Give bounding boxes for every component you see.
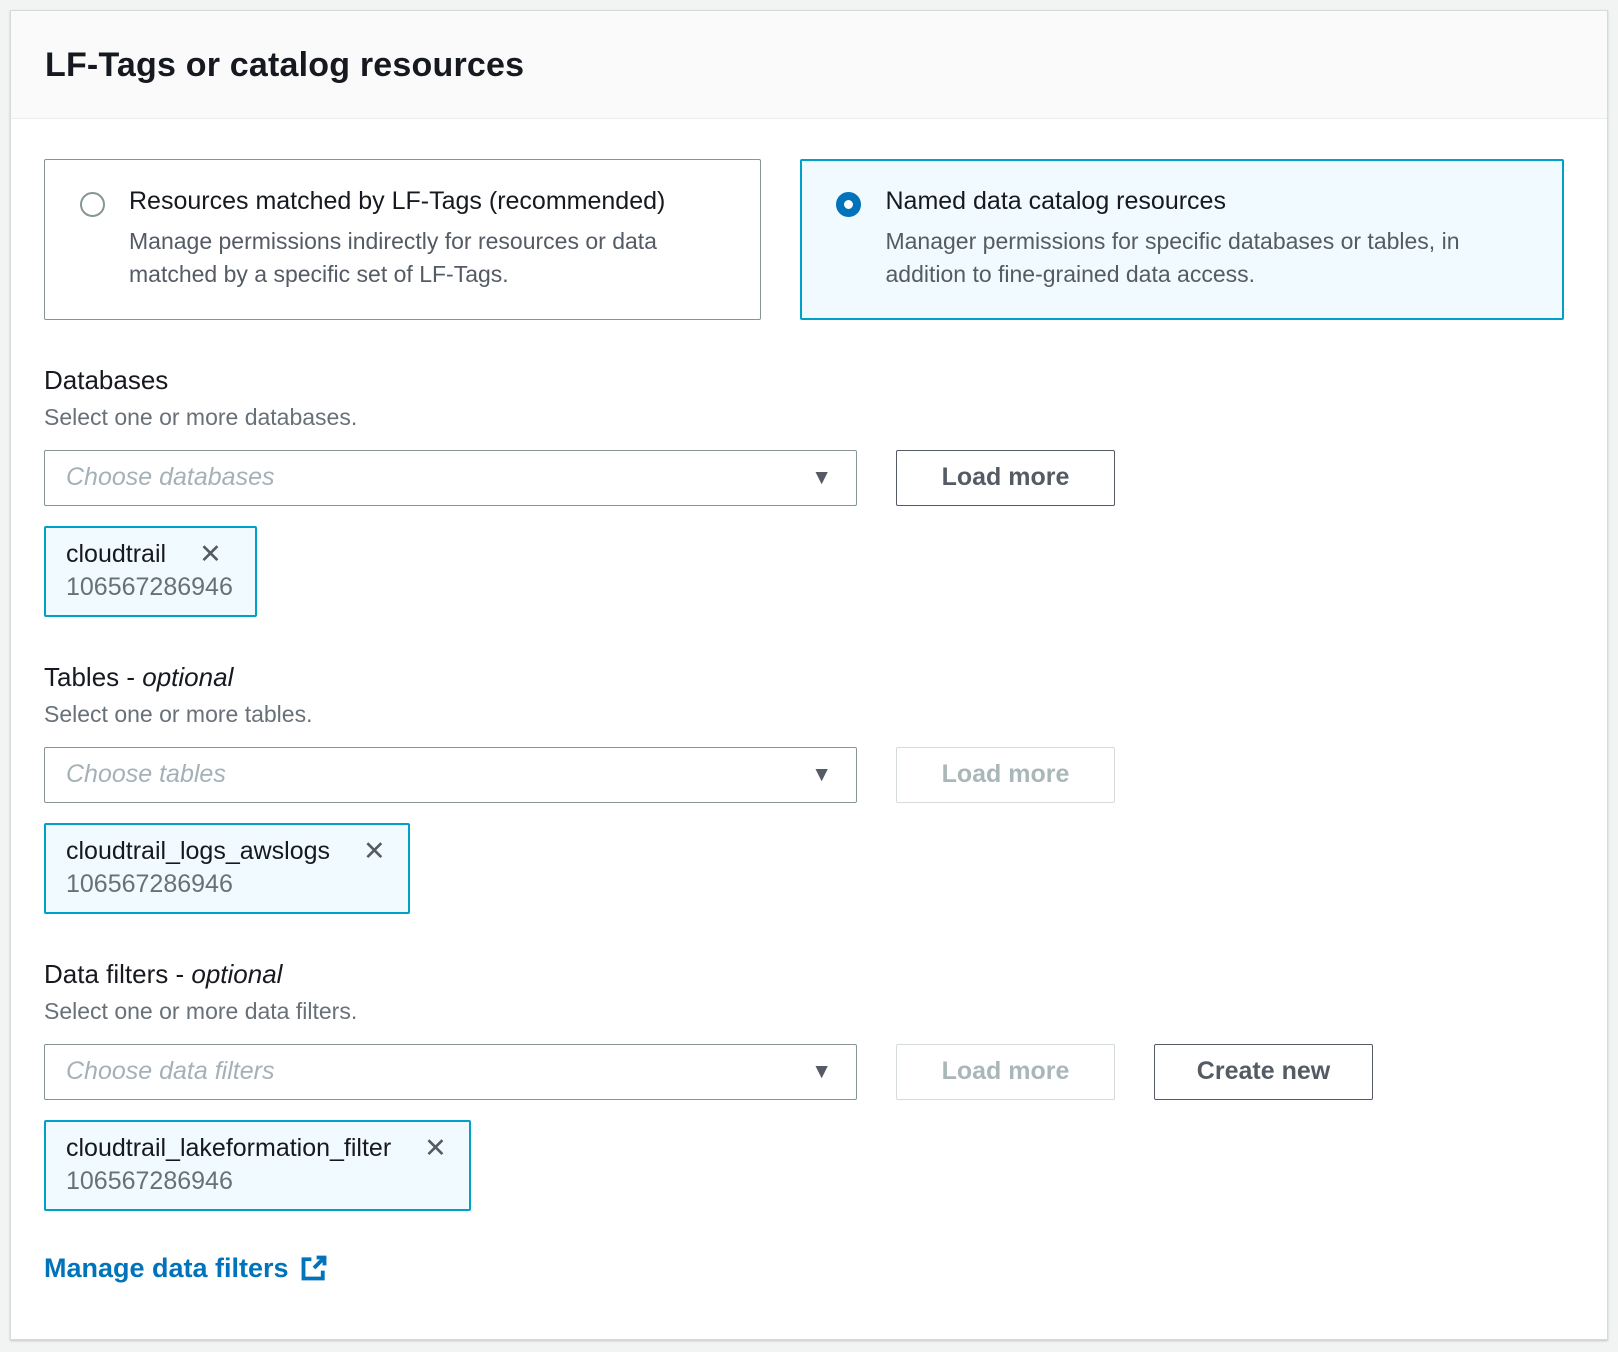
- close-icon[interactable]: ✕: [199, 541, 222, 568]
- token-catalog-id: 106567286946: [66, 573, 233, 602]
- data-filters-select-placeholder: Choose data filters: [66, 1057, 274, 1086]
- option-description: Manager permissions for specific databas…: [885, 225, 1535, 292]
- databases-select-placeholder: Choose databases: [66, 463, 274, 492]
- close-icon[interactable]: ✕: [363, 838, 386, 865]
- token-catalog-id: 106567286946: [66, 870, 386, 899]
- databases-select[interactable]: Choose databases ▼: [44, 450, 857, 506]
- option-description: Manage permissions indirectly for resour…: [129, 225, 732, 292]
- token-name: cloudtrail_lakeformation_filter: [66, 1134, 391, 1163]
- chevron-down-icon: ▼: [811, 466, 832, 490]
- option-label: Named data catalog resources: [885, 187, 1535, 216]
- database-token: cloudtrail ✕ 106567286946: [44, 526, 257, 617]
- tables-description: Select one or more tables.: [44, 701, 1564, 728]
- data-filters-description: Select one or more data filters.: [44, 998, 1564, 1025]
- close-icon[interactable]: ✕: [424, 1135, 447, 1162]
- tables-optional-text: optional: [142, 662, 233, 692]
- data-filters-select[interactable]: Choose data filters ▼: [44, 1044, 857, 1100]
- databases-label-text: Databases: [44, 365, 168, 395]
- radio-unselected-icon[interactable]: [80, 192, 105, 217]
- databases-load-more-button[interactable]: Load more: [896, 450, 1115, 506]
- panel-header: LF-Tags or catalog resources: [11, 11, 1607, 119]
- chevron-down-icon: ▼: [811, 763, 832, 787]
- token-head: cloudtrail_lakeformation_filter ✕: [66, 1134, 447, 1163]
- option-card-named-resources[interactable]: Named data catalog resources Manager per…: [800, 159, 1564, 320]
- option-label: Resources matched by LF-Tags (recommende…: [129, 187, 732, 216]
- panel-body: Resources matched by LF-Tags (recommende…: [11, 119, 1607, 1344]
- chevron-down-icon: ▼: [811, 1060, 832, 1084]
- data-filters-field-row: Choose data filters ▼ Load more Create n…: [44, 1044, 1564, 1100]
- tables-select[interactable]: Choose tables ▼: [44, 747, 857, 803]
- token-name: cloudtrail_logs_awslogs: [66, 837, 330, 866]
- option-card-text: Named data catalog resources Manager per…: [885, 187, 1535, 292]
- token-head: cloudtrail_logs_awslogs ✕: [66, 837, 386, 866]
- data-filters-optional-text: optional: [191, 959, 282, 989]
- token-head: cloudtrail ✕: [66, 540, 233, 569]
- data-filters-label-text: Data filters -: [44, 959, 191, 989]
- tables-label: Tables - optional: [44, 662, 1564, 693]
- databases-description: Select one or more databases.: [44, 404, 1564, 431]
- tables-select-placeholder: Choose tables: [66, 760, 226, 789]
- data-filters-load-more-button[interactable]: Load more: [896, 1044, 1115, 1100]
- databases-field-row: Choose databases ▼ Load more: [44, 450, 1564, 506]
- tables-load-more-button[interactable]: Load more: [896, 747, 1115, 803]
- option-card-text: Resources matched by LF-Tags (recommende…: [129, 187, 732, 292]
- option-card-lf-tags[interactable]: Resources matched by LF-Tags (recommende…: [44, 159, 761, 320]
- table-token: cloudtrail_logs_awslogs ✕ 106567286946: [44, 823, 410, 914]
- data-filter-token: cloudtrail_lakeformation_filter ✕ 106567…: [44, 1120, 471, 1211]
- tables-field-row: Choose tables ▼ Load more: [44, 747, 1564, 803]
- tables-label-text: Tables -: [44, 662, 142, 692]
- external-link-icon: [300, 1254, 328, 1282]
- token-name: cloudtrail: [66, 540, 166, 569]
- create-new-filter-button[interactable]: Create new: [1154, 1044, 1373, 1100]
- panel-title: LF-Tags or catalog resources: [45, 46, 1563, 85]
- resource-type-options: Resources matched by LF-Tags (recommende…: [44, 159, 1564, 320]
- databases-label: Databases: [44, 365, 1564, 396]
- lf-tags-panel: LF-Tags or catalog resources Resources m…: [10, 10, 1608, 1340]
- token-catalog-id: 106567286946: [66, 1167, 447, 1196]
- data-filters-label: Data filters - optional: [44, 959, 1564, 990]
- manage-data-filters-link[interactable]: Manage data filters: [44, 1253, 328, 1284]
- manage-data-filters-link-text: Manage data filters: [44, 1253, 289, 1284]
- radio-selected-icon[interactable]: [836, 192, 861, 217]
